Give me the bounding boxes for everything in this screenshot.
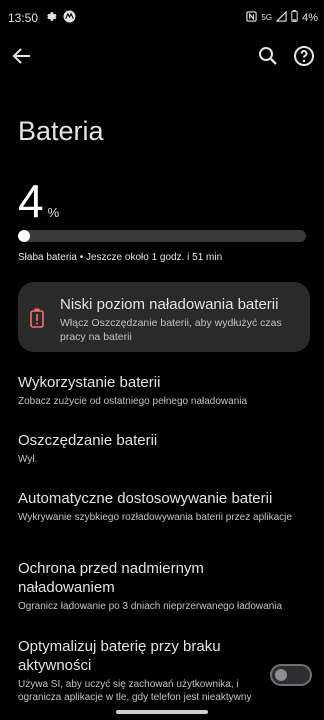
- adaptive-battery-item[interactable]: Automatyczne dostosowywanie baterii Wykr…: [18, 489, 310, 524]
- settings-gear-icon: [44, 10, 57, 28]
- optimize-idle-battery-title: Optymalizuj baterię przy braku aktywnośc…: [18, 638, 221, 674]
- motorola-icon: [63, 10, 76, 28]
- battery-level-number: 4: [18, 175, 44, 227]
- adaptive-battery-title: Automatyczne dostosowywanie baterii: [18, 490, 273, 507]
- status-bar: 13:50 5G 4%: [0, 0, 324, 36]
- battery-usage-subtitle: Zobacz zużycie od ostatniego pełnego nał…: [18, 396, 248, 407]
- battery-saver-subtitle: Wył.: [18, 454, 38, 465]
- battery-saver-item[interactable]: Oszczędzanie baterii Wył.: [18, 431, 310, 466]
- status-time: 13:50: [8, 11, 39, 25]
- 5g-label: 5G: [261, 13, 273, 22]
- back-arrow-icon[interactable]: [10, 44, 34, 68]
- overcharge-protection-item[interactable]: Ochrona przed nadmiernym naładowaniem Og…: [18, 559, 282, 613]
- battery-estimate: Słaba bateria • Jeszcze około 1 godz. i …: [18, 252, 223, 263]
- page-title: Bateria: [18, 116, 104, 146]
- battery-saver-title: Oszczędzanie baterii: [18, 432, 158, 449]
- battery-level: 4%: [18, 178, 59, 224]
- battery-usage-item[interactable]: Wykorzystanie baterii Zobacz zużycie od …: [18, 373, 310, 408]
- battery-level-unit: %: [47, 205, 60, 220]
- low-battery-card[interactable]: Niski poziom naładowania baterii Włącz O…: [18, 282, 310, 352]
- overcharge-protection-title: Ochrona przed nadmiernym naładowaniem: [18, 560, 204, 596]
- help-icon[interactable]: [292, 44, 316, 68]
- nfc-icon: [246, 10, 258, 25]
- battery-usage-title: Wykorzystanie baterii: [18, 374, 161, 391]
- optimize-idle-battery-subtitle: Używa SI, aby uczyć się zachowań użytkow…: [18, 679, 252, 703]
- low-battery-card-title: Niski poziom naładowania baterii: [60, 296, 279, 313]
- battery-icon: [291, 10, 298, 25]
- optimize-idle-battery-toggle[interactable]: [270, 664, 312, 686]
- overcharge-protection-subtitle: Ogranicz ładowanie po 3 dniach nieprzerw…: [18, 601, 283, 612]
- signal-icon: [275, 10, 287, 25]
- gesture-nav-handle[interactable]: [116, 710, 208, 714]
- search-icon[interactable]: [256, 44, 280, 68]
- battery-progress-bar: [18, 230, 306, 242]
- adaptive-battery-subtitle: Wykrywanie szybkiego rozładowywania bate…: [18, 512, 292, 523]
- toggle-knob: [275, 669, 287, 681]
- low-battery-card-subtitle: Włącz Oszczędzanie baterii, aby wydłużyć…: [60, 317, 282, 343]
- app-bar: [0, 36, 324, 76]
- battery-progress-fill: [18, 230, 30, 242]
- battery-alert-icon: [30, 308, 44, 333]
- battery-percent: 4%: [302, 11, 318, 24]
- optimize-idle-battery-item[interactable]: Optymalizuj baterię przy braku aktywnośc…: [18, 637, 258, 704]
